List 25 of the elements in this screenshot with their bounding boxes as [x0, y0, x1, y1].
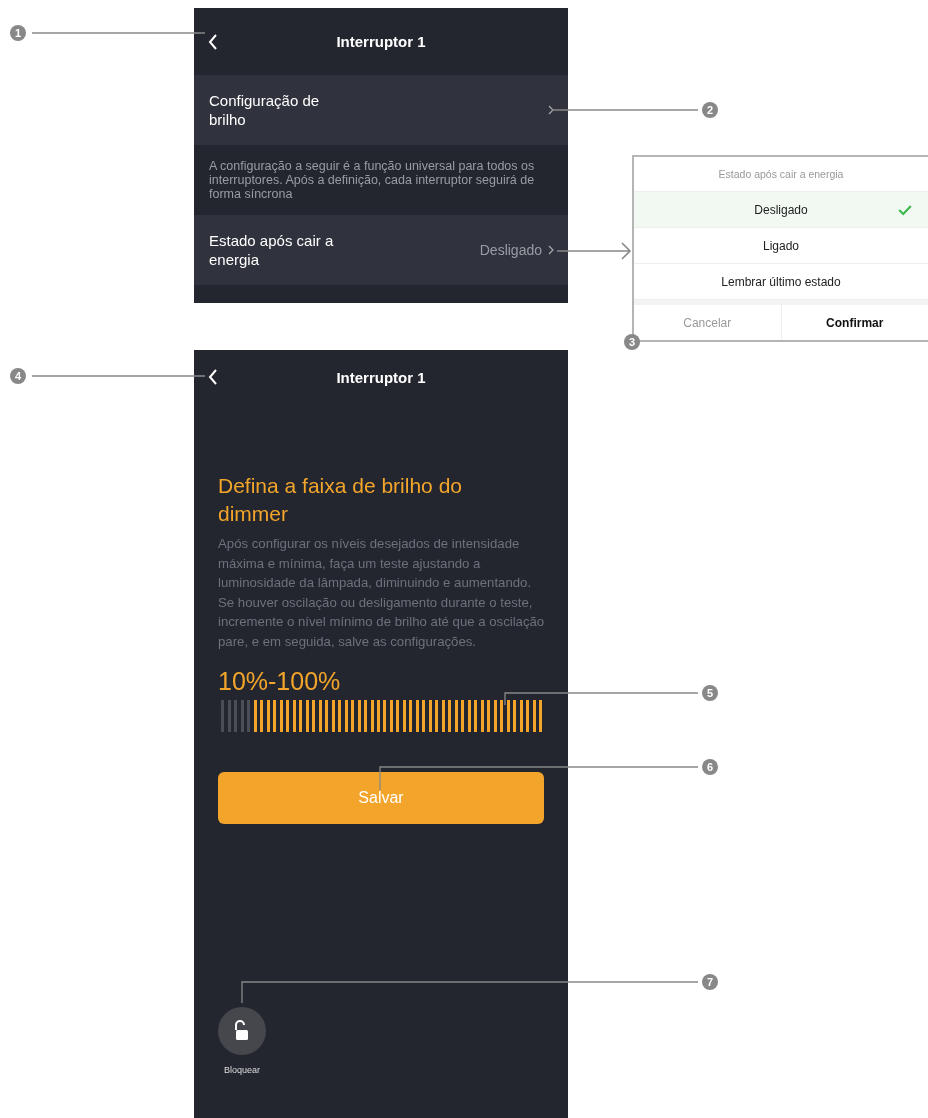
- row-value: Desligado: [479, 242, 542, 258]
- row-label: Configuração de brilho: [209, 91, 321, 129]
- screen-title: Interruptor 1: [336, 33, 426, 50]
- callout-number: 1: [10, 25, 26, 41]
- settings-row[interactable]: Estado após cair a energia Desligado: [194, 215, 568, 285]
- row-label: Estado após cair a energia: [209, 231, 335, 269]
- settings-row[interactable]: Configuração de brilho: [194, 75, 568, 145]
- screen-title: Interruptor 1: [336, 368, 426, 386]
- callout-number: 7: [702, 974, 718, 990]
- description-text: Após configurar os níveis desejados de intensidade máxima e mínima, faça um teste ajustando a luminosidade da lâmpada, diminuindo e aumentando. Se houver oscilação ou desligamento durante o teste, incremente o nível mínimo de brilho até que a oscilação pare, e em seguida, salve as configurações.: [218, 535, 546, 651]
- info-text: A configuração a seguir é a função universal para todos os interruptores. Após a definição, cada interruptor seguirá de forma síncrona: [208, 158, 536, 203]
- option-item[interactable]: Lembrar último estado: [634, 264, 928, 300]
- option-label: Desligado: [754, 202, 808, 217]
- callout-number: 3: [624, 334, 640, 350]
- lock-label: Bloquear: [224, 1065, 260, 1075]
- option-item[interactable]: Ligado: [634, 228, 928, 264]
- callout-number: 6: [702, 759, 718, 775]
- heading: Defina a faixa de brilho do dimmer: [218, 473, 463, 527]
- range-value: 10%-100%: [218, 667, 342, 696]
- option-label: Lembrar último estado: [721, 274, 841, 289]
- option-label: Ligado: [762, 238, 799, 253]
- callout-number: 4: [10, 368, 26, 384]
- option-item[interactable]: Desligado: [634, 192, 928, 229]
- callout-number: 5: [702, 685, 718, 701]
- callout-number: 2: [702, 102, 718, 118]
